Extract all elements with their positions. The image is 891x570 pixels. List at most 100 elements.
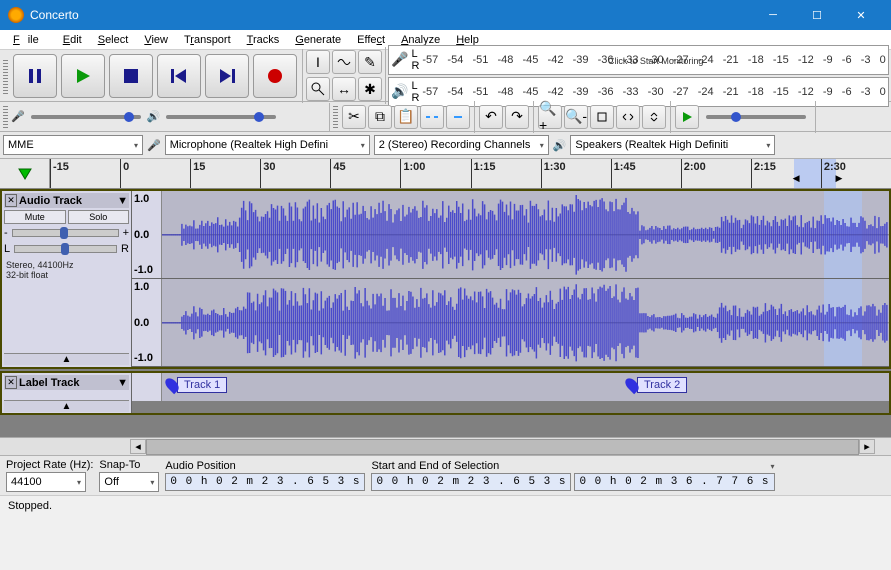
- selection-toolbar: Project Rate (Hz): 44100▾ Snap-To Off▾ A…: [0, 455, 891, 495]
- label-marker[interactable]: Track 1: [167, 377, 227, 393]
- track-close-button[interactable]: ✕: [5, 376, 17, 389]
- titlebar: Concerto ─ ☐ ✕: [0, 0, 891, 30]
- project-rate-label: Project Rate (Hz):: [6, 459, 93, 471]
- mic-icon: 🎤: [147, 139, 161, 152]
- play-button[interactable]: [61, 54, 105, 98]
- app-icon: [8, 7, 24, 23]
- menu-generate[interactable]: Generate: [287, 32, 349, 48]
- play-at-speed-toolbar: [671, 101, 816, 133]
- waveform-left[interactable]: 1.00.0-1.0: [132, 191, 889, 279]
- timeshift-tool[interactable]: ↔: [332, 77, 356, 101]
- label-track: ✕ Label Track ▼ ▲ Track 1 Track 2: [0, 371, 891, 415]
- trim-button[interactable]: [420, 105, 444, 129]
- snap-to-label: Snap-To: [99, 459, 159, 471]
- track-menu-button[interactable]: ▼: [117, 377, 128, 389]
- play-meter-scale: -57-54-51-48-45-42-39-36-33-30-27-24-21-…: [422, 86, 886, 98]
- playback-speed-slider[interactable]: [706, 115, 806, 119]
- timeline-pin[interactable]: [0, 159, 50, 188]
- zoom-in-button[interactable]: 🔍+: [538, 105, 562, 129]
- label-track-name[interactable]: Label Track: [19, 377, 115, 389]
- rec-meter-scale: Click to Start Monitoring -57-54-51-48-4…: [422, 54, 886, 66]
- menu-file[interactable]: File: [5, 32, 55, 48]
- selection-label: Start and End of Selection: [371, 460, 499, 472]
- speaker-icon: 🔊: [553, 139, 567, 152]
- record-button[interactable]: [253, 54, 297, 98]
- label-area[interactable]: Track 1 Track 2: [132, 373, 889, 401]
- audio-track: ✕ Audio Track ▼ Mute Solo -+ LR Stereo, …: [0, 189, 891, 369]
- zoom-toggle-button[interactable]: [642, 105, 666, 129]
- selection-end-field[interactable]: 0 0 h 0 2 m 3 6 . 7 7 6 s: [574, 473, 774, 491]
- undo-toolbar: ↶ ↷: [475, 101, 534, 133]
- fit-project-button[interactable]: [616, 105, 640, 129]
- device-toolbar: MME▾ 🎤 Microphone (Realtek High Defini▾ …: [0, 132, 891, 159]
- close-button[interactable]: ✕: [839, 0, 883, 30]
- skip-start-button[interactable]: [157, 54, 201, 98]
- draw-tool[interactable]: ✎: [358, 50, 382, 74]
- mute-button[interactable]: Mute: [4, 210, 66, 224]
- audio-position-label: Audio Position: [165, 460, 365, 472]
- undo-button[interactable]: ↶: [479, 105, 503, 129]
- speaker-icon: 🔊: [391, 83, 408, 100]
- redo-button[interactable]: ↷: [505, 105, 529, 129]
- playback-volume-slider[interactable]: [166, 115, 276, 119]
- waveform-right[interactable]: 1.00.0-1.0: [132, 279, 889, 367]
- recording-volume-slider[interactable]: [31, 115, 141, 119]
- paste-button[interactable]: 📋: [394, 105, 418, 129]
- envelope-tool[interactable]: [332, 50, 356, 74]
- selection-tool[interactable]: I: [306, 50, 330, 74]
- selection-start-field[interactable]: 0 0 h 0 2 m 2 3 . 6 5 3 s: [371, 473, 571, 491]
- track-collapse-button[interactable]: ▲: [4, 353, 129, 365]
- menu-tracks[interactable]: Tracks: [239, 32, 288, 48]
- track-name[interactable]: Audio Track: [19, 195, 115, 207]
- horizontal-scrollbar[interactable]: ◂ ▸: [0, 437, 891, 455]
- zoom-out-button[interactable]: 🔍-: [564, 105, 588, 129]
- skip-end-button[interactable]: [205, 54, 249, 98]
- pause-button[interactable]: [13, 54, 57, 98]
- fit-selection-button[interactable]: [590, 105, 614, 129]
- label-text[interactable]: Track 1: [177, 377, 227, 393]
- audio-host-select[interactable]: MME▾: [3, 135, 143, 155]
- menu-edit[interactable]: Edit: [55, 32, 90, 48]
- timeline[interactable]: ◀ ▶ -1501530451:001:151:301:452:002:152:…: [0, 159, 891, 189]
- copy-button[interactable]: ⧉: [368, 105, 392, 129]
- recording-meter[interactable]: 🎤 LR Click to Start Monitoring -57-54-51…: [388, 45, 889, 75]
- cut-button[interactable]: ✂: [342, 105, 366, 129]
- stop-button[interactable]: [109, 54, 153, 98]
- recording-device-select[interactable]: Microphone (Realtek High Defini▾: [165, 135, 370, 155]
- zoom-toolbar: 🔍+ 🔍-: [534, 101, 671, 133]
- mixer-toolbar: 🎤 🔊: [0, 103, 330, 131]
- track-control-panel: ✕ Audio Track ▼ Mute Solo -+ LR Stereo, …: [2, 191, 132, 367]
- label-text[interactable]: Track 2: [637, 377, 687, 393]
- minimize-button[interactable]: ─: [751, 0, 795, 30]
- label-marker[interactable]: Track 2: [627, 377, 687, 393]
- mic-icon: 🎤: [391, 51, 408, 68]
- track-menu-button[interactable]: ▼: [117, 195, 128, 207]
- window-title: Concerto: [30, 8, 751, 22]
- track-area: ✕ Audio Track ▼ Mute Solo -+ LR Stereo, …: [0, 189, 891, 437]
- selection-mode-dropdown[interactable]: ▾: [771, 462, 775, 471]
- edit-toolbar: ✂ ⧉ 📋: [330, 101, 475, 133]
- speaker-icon: 🔊: [147, 110, 161, 123]
- track-info: Stereo, 44100Hz 32-bit float: [4, 258, 129, 282]
- snap-to-select[interactable]: Off▾: [99, 472, 159, 492]
- menu-transport[interactable]: Transport: [176, 32, 239, 48]
- gain-slider[interactable]: [12, 229, 119, 237]
- menu-view[interactable]: View: [136, 32, 176, 48]
- maximize-button[interactable]: ☐: [795, 0, 839, 30]
- project-rate-select[interactable]: 44100▾: [6, 472, 86, 492]
- solo-button[interactable]: Solo: [68, 210, 130, 224]
- recording-channels-select[interactable]: 2 (Stereo) Recording Channels▾: [374, 135, 549, 155]
- silence-button[interactable]: [446, 105, 470, 129]
- menu-select[interactable]: Select: [90, 32, 137, 48]
- playback-device-select[interactable]: Speakers (Realtek High Definiti▾: [570, 135, 775, 155]
- play-at-speed-button[interactable]: [675, 105, 699, 129]
- multi-tool[interactable]: ✱: [358, 77, 382, 101]
- pan-slider[interactable]: [14, 245, 117, 253]
- track-collapse-button[interactable]: ▲: [4, 400, 129, 412]
- track-close-button[interactable]: ✕: [5, 194, 17, 207]
- tools-toolbar: I ✎ ↔ ✱: [303, 47, 386, 104]
- zoom-tool[interactable]: [306, 77, 330, 101]
- audio-position-field[interactable]: 0 0 h 0 2 m 2 3 . 6 5 3 s: [165, 473, 365, 491]
- transport-toolbar: [0, 49, 303, 103]
- label-track-panel: ✕ Label Track ▼ ▲: [2, 373, 132, 413]
